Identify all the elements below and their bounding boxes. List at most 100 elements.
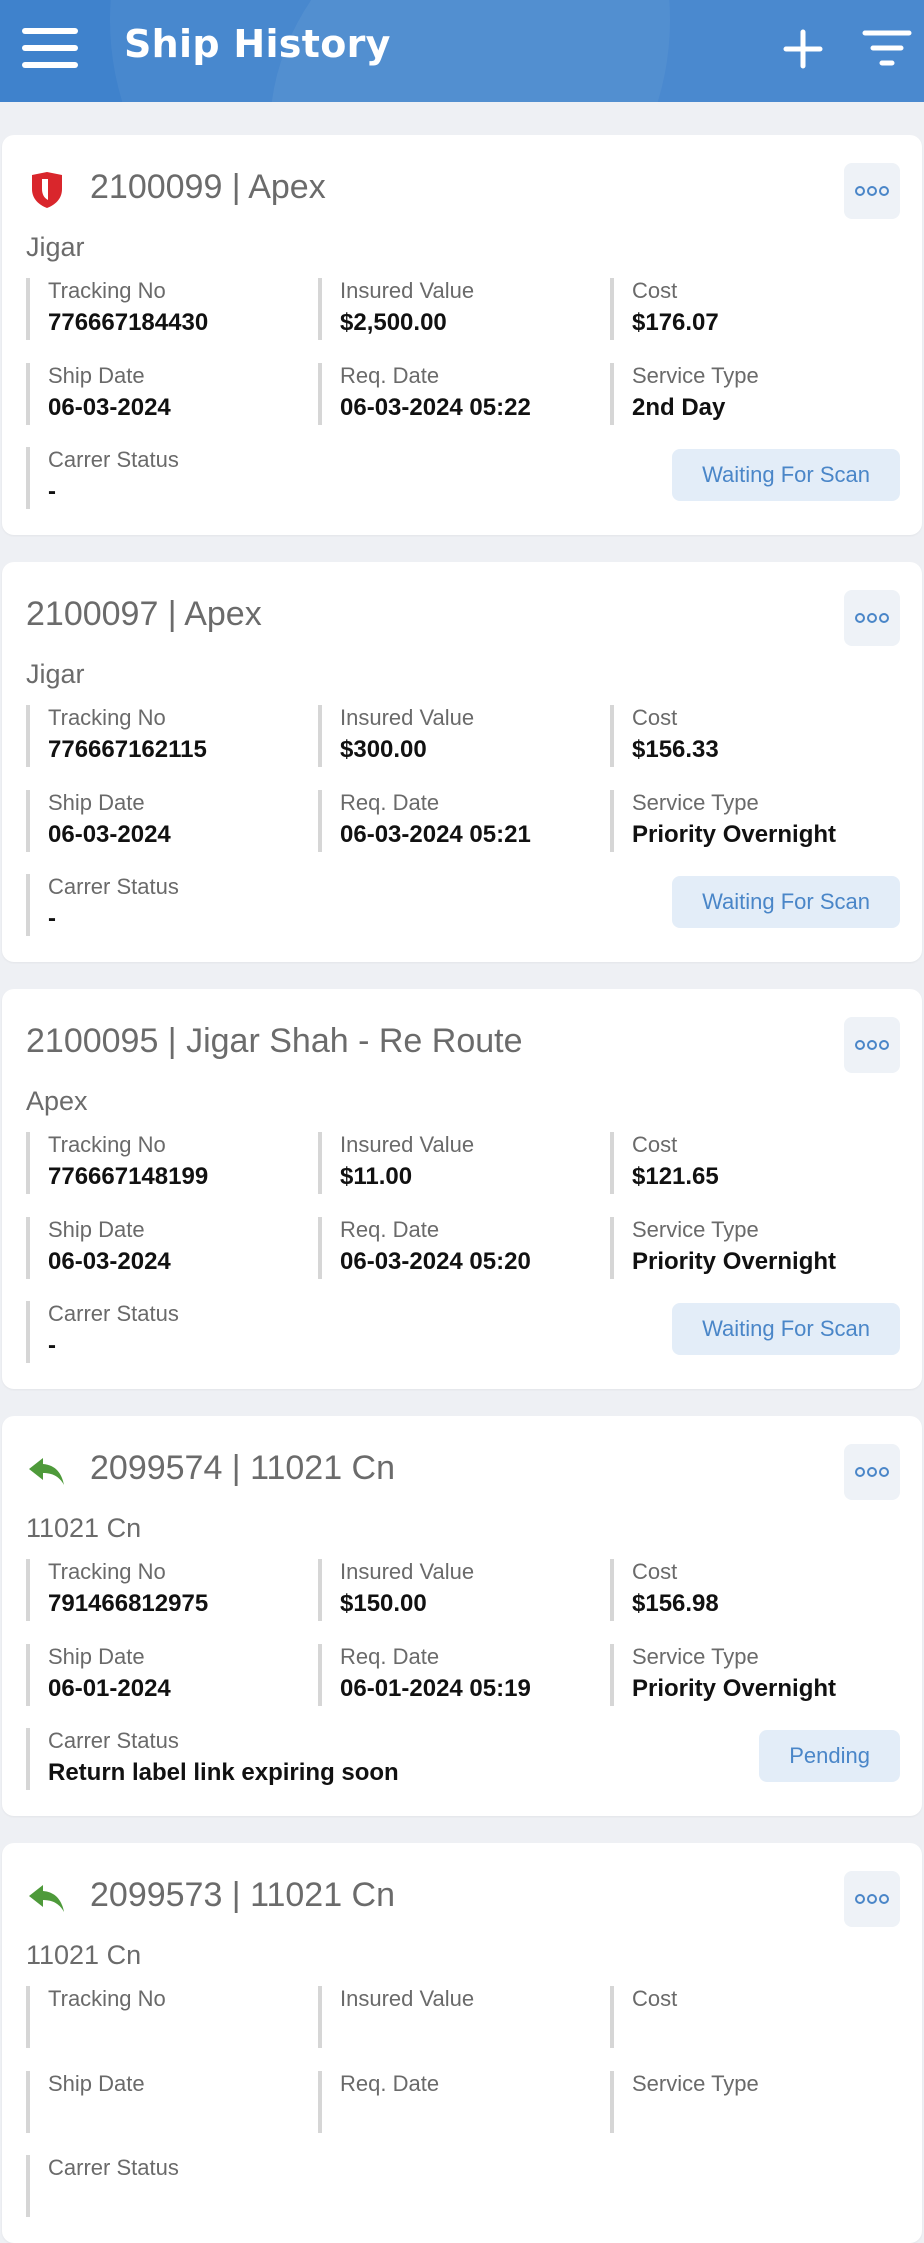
carrier-status: - xyxy=(48,1332,56,1359)
insured-field: Insured Value xyxy=(318,1986,598,2048)
ship-date-field: Ship Date 06-01-2024 xyxy=(26,1644,306,1706)
filter-icon[interactable] xyxy=(862,28,912,68)
status-button[interactable]: Waiting For Scan xyxy=(672,876,900,928)
shipment-subtitle: 11021 Cn xyxy=(26,1513,142,1543)
shipment-card[interactable]: 2099573 | 11021 Cn 11021 Cn Tracking No … xyxy=(2,1843,922,2243)
service-type-field: Service Type 2nd Day xyxy=(610,363,890,425)
insured-value: $300.00 xyxy=(340,736,427,763)
service-type-field: Service Type xyxy=(610,2071,890,2133)
status-button[interactable]: Waiting For Scan xyxy=(672,449,900,501)
cost-value: $156.33 xyxy=(632,736,719,763)
shipment-subtitle: Apex xyxy=(26,1086,88,1116)
tracking-field: Tracking No 776667184430 xyxy=(26,278,306,340)
cost-value: $121.65 xyxy=(632,1163,719,1190)
insured-value: $2,500.00 xyxy=(340,309,447,336)
shipment-card[interactable]: 2100099 | Apex Jigar Tracking No 7766671… xyxy=(2,135,922,535)
field-label: Cost xyxy=(632,1132,678,1157)
more-options-icon[interactable] xyxy=(844,1017,900,1073)
cost-field: Cost xyxy=(610,1986,890,2048)
field-label: Ship Date xyxy=(48,2071,145,2096)
ship-date: 06-03-2024 xyxy=(48,1248,171,1275)
cost-field: Cost $156.98 xyxy=(610,1559,890,1621)
carrier-status-field: Carrer Status xyxy=(26,2155,626,2217)
field-label: Insured Value xyxy=(340,705,475,730)
service-type: Priority Overnight xyxy=(632,821,837,848)
field-label: Service Type xyxy=(632,363,759,388)
insured-value: $11.00 xyxy=(340,1163,413,1190)
carrier-status: - xyxy=(48,478,56,505)
insured-field: Insured Value $300.00 xyxy=(318,705,598,767)
hamburger-menu-icon[interactable] xyxy=(22,28,78,68)
field-label: Req. Date xyxy=(340,1644,440,1669)
red-shield-icon xyxy=(26,169,68,211)
field-label: Tracking No xyxy=(48,1559,166,1584)
cost-field: Cost $176.07 xyxy=(610,278,890,340)
req-date: 06-03-2024 05:20 xyxy=(340,1248,531,1275)
more-options-icon[interactable] xyxy=(844,163,900,219)
req-date: 06-01-2024 05:19 xyxy=(340,1675,531,1702)
field-label: Req. Date xyxy=(340,1217,440,1242)
tracking-field: Tracking No 776667162115 xyxy=(26,705,306,767)
field-label: Carrer Status xyxy=(48,874,179,899)
ship-date-field: Ship Date 06-03-2024 xyxy=(26,790,306,852)
carrier-status: - xyxy=(48,905,56,932)
field-label: Tracking No xyxy=(48,1986,166,2011)
shipment-subtitle: 11021 Cn xyxy=(26,1940,142,1970)
service-type-field: Service Type Priority Overnight xyxy=(610,1217,890,1279)
shipment-title: 2100095 | Jigar Shah - Re Route xyxy=(26,1022,523,1060)
field-label: Service Type xyxy=(632,2071,759,2096)
cost-value: $156.98 xyxy=(632,1590,719,1617)
app-header: Ship History xyxy=(0,0,924,102)
field-label: Tracking No xyxy=(48,1132,166,1157)
ship-date: 06-01-2024 xyxy=(48,1675,171,1702)
req-date-field: Req. Date 06-03-2024 05:22 xyxy=(318,363,598,425)
field-label: Cost xyxy=(632,1559,678,1584)
green-return-arrow-icon xyxy=(26,1877,68,1919)
field-label: Tracking No xyxy=(48,278,166,303)
shipment-card[interactable]: 2100095 | Jigar Shah - Re Route Apex Tra… xyxy=(2,989,922,1389)
tracking-number: 776667148199 xyxy=(48,1163,209,1190)
req-date-field: Req. Date 06-03-2024 05:21 xyxy=(318,790,598,852)
ship-date-field: Ship Date xyxy=(26,2071,306,2133)
shipment-subtitle: Jigar xyxy=(26,232,85,262)
shipment-title: 2100097 | Apex xyxy=(26,595,262,633)
service-type: Priority Overnight xyxy=(632,1675,837,1702)
shipment-title: 2099573 | 11021 Cn xyxy=(90,1876,396,1914)
carrier-status-field: Carrer Status - xyxy=(26,447,626,509)
shipment-card[interactable]: 2100097 | Apex Jigar Tracking No 7766671… xyxy=(2,562,922,962)
field-label: Ship Date xyxy=(48,790,145,815)
service-type-field: Service Type Priority Overnight xyxy=(610,1644,890,1706)
field-label: Cost xyxy=(632,278,678,303)
tracking-number: 776667162115 xyxy=(48,736,207,763)
field-label: Carrer Status xyxy=(48,2155,179,2180)
field-label: Service Type xyxy=(632,1217,759,1242)
field-label: Insured Value xyxy=(340,1986,475,2011)
insured-value: $150.00 xyxy=(340,1590,427,1617)
field-label: Req. Date xyxy=(340,2071,440,2096)
req-date-field: Req. Date 06-03-2024 05:20 xyxy=(318,1217,598,1279)
tracking-field: Tracking No xyxy=(26,1986,306,2048)
field-label: Carrer Status xyxy=(48,447,179,472)
more-options-icon[interactable] xyxy=(844,1444,900,1500)
field-label: Insured Value xyxy=(340,278,475,303)
field-label: Ship Date xyxy=(48,363,145,388)
carrier-status: Return label link expiring soon xyxy=(48,1759,399,1786)
field-label: Service Type xyxy=(632,790,759,815)
shipment-card[interactable]: 2099574 | 11021 Cn 11021 Cn Tracking No … xyxy=(2,1416,922,1816)
more-options-icon[interactable] xyxy=(844,1871,900,1927)
more-options-icon[interactable] xyxy=(844,590,900,646)
tracking-field: Tracking No 776667148199 xyxy=(26,1132,306,1194)
ship-date-field: Ship Date 06-03-2024 xyxy=(26,363,306,425)
tracking-number: 791466812975 xyxy=(48,1590,209,1617)
field-label: Req. Date xyxy=(340,790,440,815)
field-label: Req. Date xyxy=(340,363,440,388)
ship-date: 06-03-2024 xyxy=(48,394,171,421)
carrier-status-field: Carrer Status - xyxy=(26,1301,626,1363)
status-button[interactable]: Pending xyxy=(759,1730,900,1782)
green-return-arrow-icon xyxy=(26,1450,68,1492)
field-label: Carrer Status xyxy=(48,1728,179,1753)
cost-value: $176.07 xyxy=(632,309,719,336)
plus-icon[interactable] xyxy=(780,26,826,72)
insured-field: Insured Value $2,500.00 xyxy=(318,278,598,340)
status-button[interactable]: Waiting For Scan xyxy=(672,1303,900,1355)
